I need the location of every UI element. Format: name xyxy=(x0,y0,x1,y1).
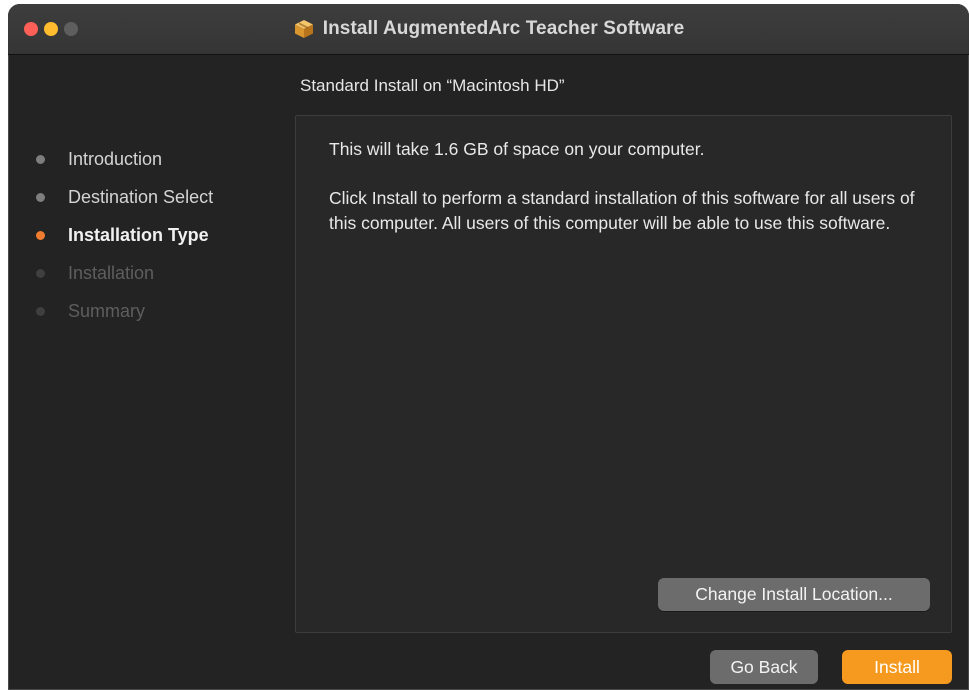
step-dot-icon xyxy=(36,154,45,164)
installer-window: Install AugmentedArc Teacher Software St… xyxy=(8,4,969,690)
go-back-button[interactable]: Go Back xyxy=(710,650,818,684)
step-dot-icon xyxy=(36,268,45,278)
install-button[interactable]: Install xyxy=(842,650,952,684)
step-installation: Installation xyxy=(36,254,213,292)
title-group: Install AugmentedArc Teacher Software xyxy=(8,4,969,54)
title-bar: Install AugmentedArc Teacher Software xyxy=(8,4,969,55)
step-label: Installation Type xyxy=(68,224,209,245)
step-label: Summary xyxy=(68,300,146,321)
window-title: Install AugmentedArc Teacher Software xyxy=(322,18,685,39)
step-label: Introduction xyxy=(68,148,163,169)
step-dot-icon xyxy=(36,306,45,316)
step-label: Installation xyxy=(68,262,155,283)
content-panel: This will take 1.6 GB of space on your c… xyxy=(295,115,952,633)
installer-steps: Introduction Destination Select Installa… xyxy=(36,140,213,330)
change-install-location-button[interactable]: Change Install Location... xyxy=(658,578,930,611)
step-installation-type: Installation Type xyxy=(36,216,213,254)
step-current-dot-icon xyxy=(36,230,45,240)
install-description: Click Install to perform a standard inst… xyxy=(329,188,915,233)
package-icon xyxy=(293,18,315,40)
step-label: Destination Select xyxy=(68,186,214,207)
space-required-text: This will take 1.6 GB of space on your c… xyxy=(329,139,705,159)
step-destination-select: Destination Select xyxy=(36,178,213,216)
step-dot-icon xyxy=(36,192,45,202)
page-heading: Standard Install on “Macintosh HD” xyxy=(300,76,565,95)
step-summary: Summary xyxy=(36,292,213,330)
step-introduction: Introduction xyxy=(36,140,213,178)
